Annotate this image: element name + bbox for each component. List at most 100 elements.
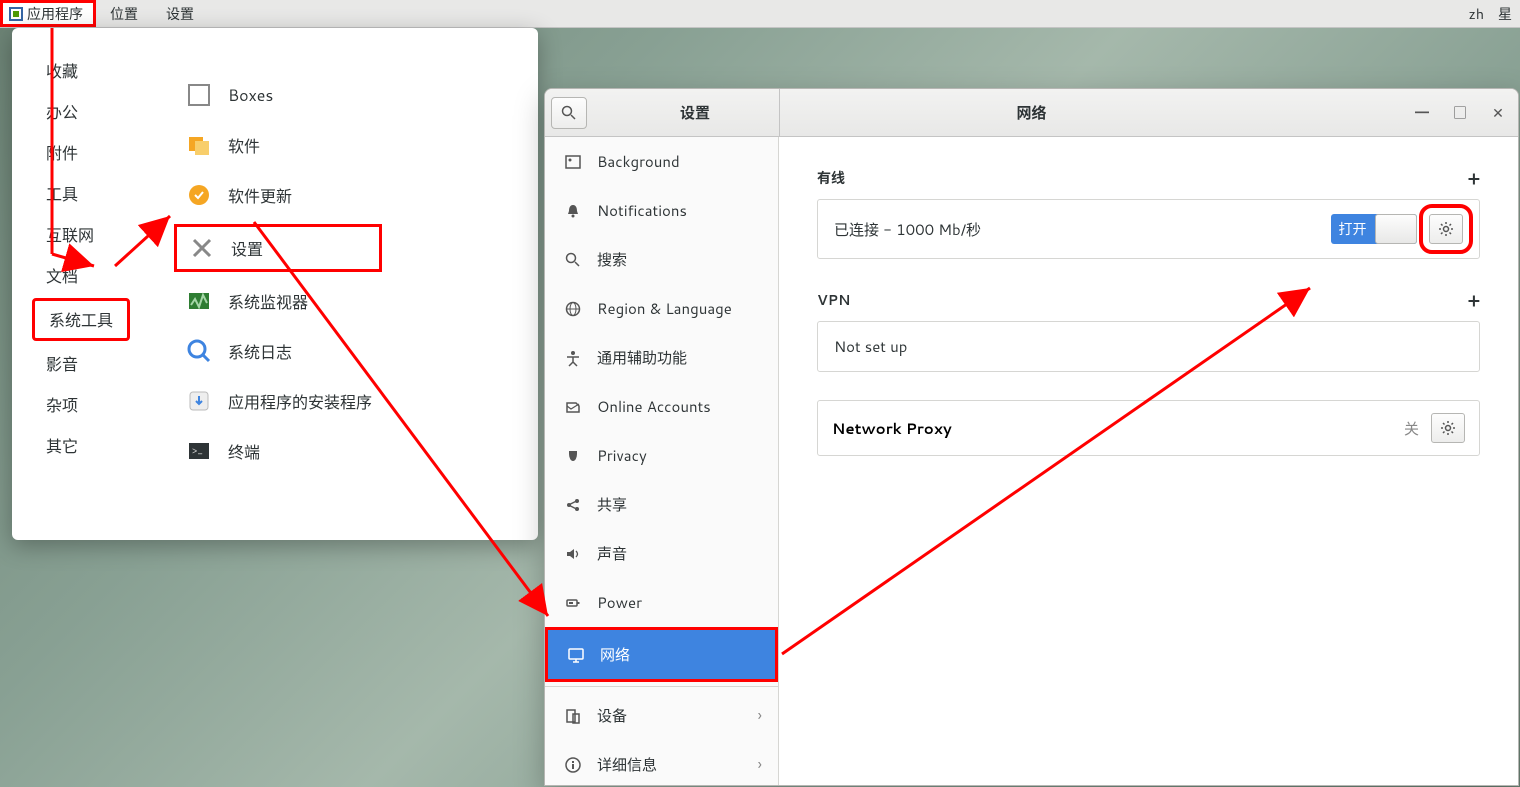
sidebar-item-a11y[interactable]: 通用辅助功能 [545,333,778,382]
settings-titlebar: 设置 网络 ━ □ ✕ [545,89,1518,137]
sound-icon [563,544,583,564]
sidebar-item-label: 共享 [597,494,627,515]
app-icon [187,233,217,263]
app-icon [184,180,214,210]
applications-dropdown: 收藏办公附件工具互联网文档系统工具影音杂项其它 Boxes 软件软件更新设置系统监… [12,28,538,540]
proxy-state: 关 [1404,418,1419,439]
sidebar-item-label: Notifications [597,200,687,221]
app-list-item[interactable]: 系统日志 [174,330,382,372]
maximize-button[interactable]: □ [1450,103,1470,123]
sidebar-item-label: 通用辅助功能 [597,347,687,368]
vpn-card: Not set up [817,321,1480,372]
titlebar-search-button[interactable] [551,97,587,129]
sidebar-item-label: Region & Language [597,298,732,319]
sidebar-item-info[interactable]: 详细信息 › [545,740,778,785]
settings-window: 设置 网络 ━ □ ✕ Background Notifications 搜索 Reg… [544,88,1519,786]
chevron-right-icon: › [758,753,762,776]
app-icon [184,286,214,316]
app-category-item[interactable]: 收藏 [32,52,130,89]
a11y-icon [563,348,583,368]
app-item-label: 软件 [228,133,260,158]
devices-icon [563,706,583,726]
app-icon [184,386,214,416]
wired-status: 已连接 - 1000 Mb/秒 [834,219,981,240]
wired-header: 有线 [817,168,845,188]
sidebar-item-privacy[interactable]: Privacy [545,431,778,480]
network-icon [566,645,586,665]
app-icon [184,80,214,110]
app-item-label: 应用程序的安装程序 [228,389,372,414]
bell-icon [563,201,583,221]
app-category-item[interactable]: 附件 [32,134,130,171]
sidebar-item-devices[interactable]: 设备 › [545,691,778,740]
sidebar-item-bell[interactable]: Notifications [545,186,778,235]
app-category-item[interactable]: 影音 [32,345,130,382]
app-list-column: Boxes 软件软件更新设置系统监视器系统日志应用程序的安装程序 >_终端 [174,74,382,472]
background-icon [563,152,583,172]
globe-icon [563,299,583,319]
app-category-item[interactable]: 办公 [32,93,130,130]
sidebar-item-label: Online Accounts [597,396,711,417]
sidebar-item-background[interactable]: Background [545,137,778,186]
settings-menu[interactable]: 设置 [152,0,208,27]
sidebar-item-label: 搜索 [597,249,627,270]
sidebar-item-label: 网络 [600,644,630,665]
app-icon [184,130,214,160]
sidebar-item-label: 详细信息 [597,754,657,775]
app-list-item[interactable]: >_终端 [174,430,382,472]
sidebar-item-label: Power [597,592,642,613]
add-vpn-button[interactable]: + [1468,287,1480,313]
vpn-header: VPN [817,290,850,310]
top-bar: 应用程序 位置 设置 zh 星 [0,0,1520,28]
vpn-status: Not set up [834,336,907,357]
add-wired-button[interactable]: + [1468,165,1480,191]
power-icon [563,593,583,613]
lang-indicator[interactable]: zh [1468,4,1484,24]
proxy-settings-button[interactable] [1431,413,1465,443]
sidebar-item-label: 设备 [597,705,627,726]
info-icon [563,755,583,775]
sidebar-item-share[interactable]: 共享 [545,480,778,529]
app-category-item[interactable]: 文档 [32,257,130,294]
sidebar-item-label: Privacy [597,445,647,466]
app-item-label: Boxes [228,84,273,107]
titlebar-left-title: 设置 [680,102,710,123]
app-category-item[interactable]: 其它 [32,427,130,464]
wired-connection-card: 已连接 - 1000 Mb/秒 打开 [817,199,1480,259]
close-button[interactable]: ✕ [1488,103,1508,123]
sidebar-item-sound[interactable]: 声音 [545,529,778,578]
app-list-item[interactable]: Boxes [174,74,382,116]
wired-toggle[interactable]: 打开 [1331,214,1417,244]
app-category-column: 收藏办公附件工具互联网文档系统工具影音杂项其它 [32,52,130,464]
proxy-row: Network Proxy 关 [817,400,1480,456]
svg-text:>_: >_ [192,444,203,458]
share-icon [563,495,583,515]
sidebar-item-accounts[interactable]: Online Accounts [545,382,778,431]
sidebar-item-power[interactable]: Power [545,578,778,627]
sidebar-item-label: 声音 [597,543,627,564]
privacy-icon [563,446,583,466]
settings-sidebar: Background Notifications 搜索 Region & Langua… [545,137,779,785]
proxy-label: Network Proxy [832,418,952,439]
sidebar-item-search[interactable]: 搜索 [545,235,778,284]
app-list-item[interactable]: 设置 [174,224,382,272]
minimize-button[interactable]: ━ [1412,103,1432,123]
app-list-item[interactable]: 软件更新 [174,174,382,216]
app-list-item[interactable]: 软件 [174,124,382,166]
accounts-icon [563,397,583,417]
app-category-item[interactable]: 杂项 [32,386,130,423]
app-item-label: 设置 [231,236,263,261]
settings-content: 有线 + 已连接 - 1000 Mb/秒 打开 VPN [779,137,1518,785]
app-list-item[interactable]: 应用程序的安装程序 [174,380,382,422]
chevron-right-icon: › [758,704,762,727]
sidebar-item-globe[interactable]: Region & Language [545,284,778,333]
app-list-item[interactable]: 系统监视器 [174,280,382,322]
app-category-item[interactable]: 系统工具 [32,298,130,341]
app-item-label: 系统日志 [228,339,292,364]
app-category-item[interactable]: 互联网 [32,216,130,253]
wired-settings-button[interactable] [1429,214,1463,244]
app-category-item[interactable]: 工具 [32,175,130,212]
places-menu[interactable]: 位置 [96,0,152,27]
sidebar-item-network[interactable]: 网络 [545,627,778,682]
titlebar-center-title: 网络 [1016,102,1046,123]
